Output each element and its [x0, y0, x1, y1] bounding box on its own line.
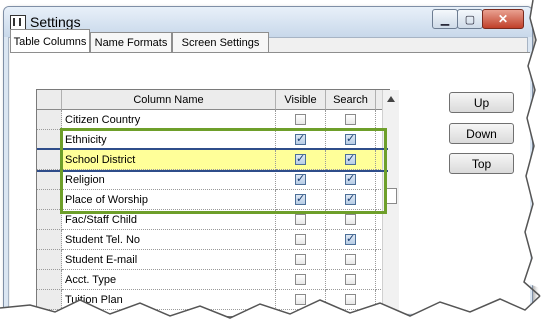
visible-checkbox[interactable] — [295, 294, 306, 305]
close-button[interactable]: ✕ — [482, 9, 524, 29]
search-checkbox[interactable] — [345, 214, 356, 225]
minimize-button[interactable]: ▁ — [432, 9, 458, 29]
row-header-cell[interactable] — [37, 210, 62, 230]
search-checkbox[interactable] — [345, 132, 356, 145]
tab-table-columns[interactable]: Table Columns — [10, 29, 90, 53]
visible-checkbox[interactable] — [295, 274, 306, 285]
table-row[interactable]: School District — [37, 150, 389, 170]
table-row[interactable]: Student E-mail — [37, 250, 389, 270]
visible-cell — [276, 170, 326, 190]
visible-cell — [276, 270, 326, 290]
search-cell — [326, 130, 376, 150]
column-name-cell[interactable]: Citizen Country — [62, 110, 276, 130]
column-name-header[interactable]: Column Name — [62, 90, 276, 110]
visible-cell — [276, 110, 326, 130]
column-name-cell[interactable]: Acct. Type — [62, 270, 276, 290]
search-checkbox[interactable] — [345, 114, 356, 125]
row-header-cell[interactable] — [37, 190, 62, 210]
visible-checkbox[interactable] — [295, 172, 306, 185]
visible-checkbox[interactable] — [295, 214, 306, 225]
row-header-cell[interactable] — [37, 230, 62, 250]
top-button[interactable]: Top — [449, 153, 514, 174]
visible-checkbox[interactable] — [295, 132, 306, 145]
search-header[interactable]: Search — [326, 90, 376, 110]
column-name-cell[interactable]: Religion — [62, 170, 276, 190]
table-row[interactable]: Place of Worship — [37, 190, 389, 210]
search-cell — [326, 170, 376, 190]
maximize-button[interactable]: ▢ — [457, 9, 483, 29]
up-button[interactable]: Up — [449, 92, 514, 113]
visible-cell — [276, 250, 326, 270]
column-name-cell[interactable]: Fac/Staff Child — [62, 210, 276, 230]
selection-top-line — [37, 148, 388, 150]
visible-cell — [276, 130, 326, 150]
visible-cell — [276, 290, 326, 310]
scroll-up-arrow-icon[interactable] — [387, 96, 395, 102]
visible-cell — [276, 190, 326, 210]
search-cell — [326, 250, 376, 270]
visible-checkbox[interactable] — [295, 192, 306, 205]
tab-name-formats[interactable]: Name Formats — [90, 32, 172, 52]
search-cell — [326, 190, 376, 210]
search-cell — [326, 210, 376, 230]
visible-checkbox[interactable] — [295, 114, 306, 125]
column-name-cell[interactable]: Place of Worship — [62, 190, 276, 210]
table-row[interactable]: Student Tel. No — [37, 230, 389, 250]
search-checkbox[interactable] — [345, 192, 356, 205]
search-cell — [326, 150, 376, 170]
table-row[interactable]: Ethnicity — [37, 130, 389, 150]
down-button[interactable]: Down — [449, 123, 514, 144]
table-row[interactable]: Fac/Staff Child — [37, 210, 389, 230]
table-row[interactable]: Tuition Plan — [37, 290, 389, 310]
row-header-cell[interactable] — [37, 110, 62, 130]
search-checkbox[interactable] — [345, 294, 356, 305]
row-header-cell[interactable] — [37, 170, 62, 190]
row-header-cell[interactable] — [37, 130, 62, 150]
column-name-cell[interactable]: Student Tel. No — [62, 230, 276, 250]
row-header-cell[interactable] — [37, 270, 62, 290]
columns-grid[interactable]: Column Name Visible Search Citizen Count… — [36, 89, 390, 317]
search-checkbox[interactable] — [345, 274, 356, 285]
search-cell — [326, 230, 376, 250]
column-name-cell[interactable]: Ethnicity — [62, 130, 276, 150]
table-row[interactable]: Acct. Type — [37, 270, 389, 290]
tab-screen-settings[interactable]: Screen Settings — [172, 32, 269, 52]
table-row[interactable]: Religion — [37, 170, 389, 190]
search-checkbox[interactable] — [345, 254, 356, 265]
search-cell — [326, 110, 376, 130]
window-title: Settings — [30, 14, 81, 30]
column-name-cell[interactable]: Student E-mail — [62, 250, 276, 270]
row-header-cell[interactable] — [37, 250, 62, 270]
row-header-corner — [37, 90, 62, 110]
scroll-thumb[interactable] — [385, 188, 397, 204]
visible-checkbox[interactable] — [295, 234, 306, 245]
search-checkbox[interactable] — [345, 152, 356, 165]
selection-bottom-line — [37, 170, 388, 172]
search-checkbox[interactable] — [345, 232, 356, 245]
column-name-cell[interactable]: Tuition Plan — [62, 290, 276, 310]
visible-cell — [276, 230, 326, 250]
search-cell — [326, 270, 376, 290]
column-name-cell[interactable]: School District — [62, 150, 276, 170]
visible-checkbox[interactable] — [295, 152, 306, 165]
row-header-cell[interactable] — [37, 150, 62, 170]
row-header-cell[interactable] — [37, 290, 62, 310]
search-checkbox[interactable] — [345, 172, 356, 185]
visible-cell — [276, 210, 326, 230]
close-icon: ✕ — [497, 12, 509, 26]
table-row[interactable]: Citizen Country — [37, 110, 389, 130]
visible-checkbox[interactable] — [295, 254, 306, 265]
grid-scrollbar[interactable] — [382, 90, 399, 314]
visible-cell — [276, 150, 326, 170]
visible-header[interactable]: Visible — [276, 90, 326, 110]
search-cell — [326, 290, 376, 310]
maximize-icon: ▢ — [464, 13, 476, 26]
minimize-icon: ▁ — [440, 13, 450, 26]
